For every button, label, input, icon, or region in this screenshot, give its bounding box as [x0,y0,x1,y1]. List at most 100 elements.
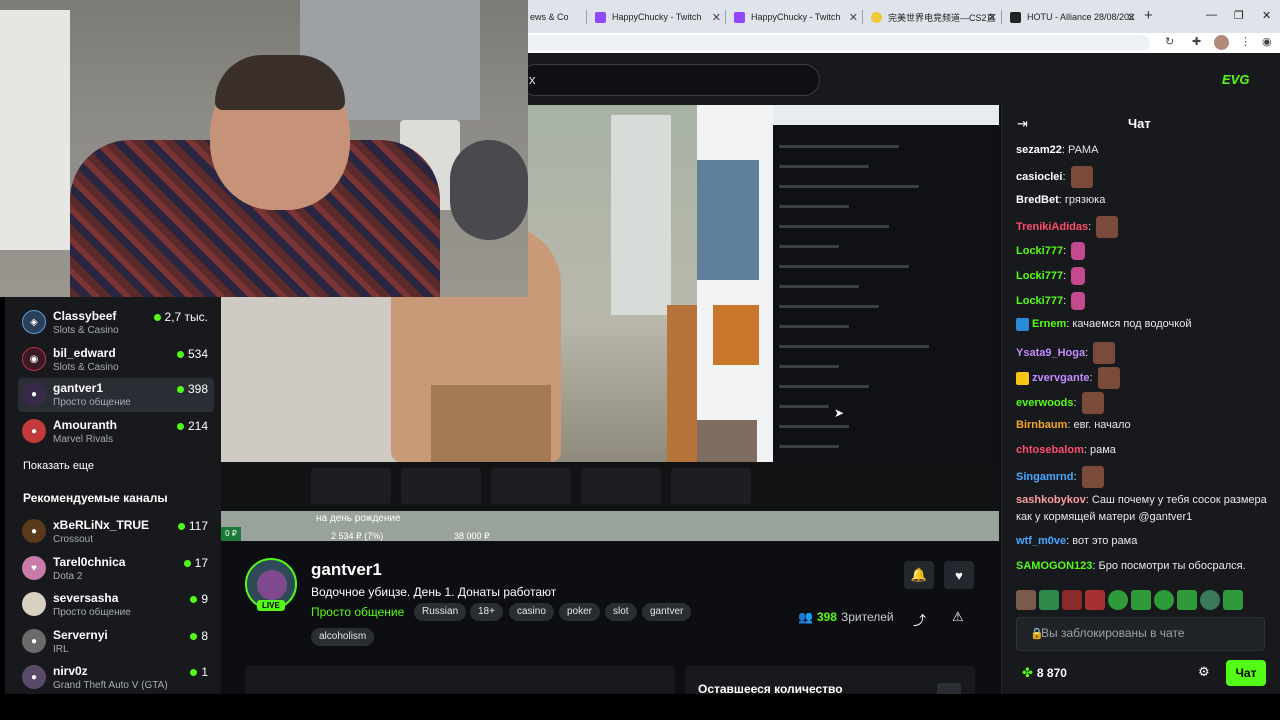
live-dot-icon [190,668,198,676]
chat-username[interactable]: casioclei [1016,171,1062,183]
extension-icon[interactable]: ✚ [1192,35,1201,48]
share-icon[interactable]: ⤴ [913,610,926,629]
sidebar-item-gantver1[interactable]: ● gantver1 Просто общение 398 [18,378,214,412]
viewer-count-value: 214 [187,419,208,433]
stream-category-link[interactable]: Просто общение [311,605,404,619]
collapse-chat-icon[interactable]: ⇥ [1017,116,1028,132]
tag-gantver[interactable]: gantver [642,603,692,621]
sidebar-item-tarel0chnica[interactable]: ♥ Tarel0chnica Dota 2 17 [18,552,214,586]
panel-toggle-button[interactable] [937,683,961,694]
report-warning-icon[interactable]: ⚠ [952,609,964,625]
emote-heart-icon [1071,267,1086,285]
chat-username[interactable]: Birnbaum [1016,419,1067,431]
emote-face-icon[interactable] [1085,590,1105,610]
show-more-link[interactable]: Показать еще [23,460,94,472]
browser-tab[interactable]: 完美世界电竞频道—CS2直 ✕ [865,6,1001,28]
browser-tab[interactable]: ews & Co [524,6,586,28]
address-bar[interactable] [520,35,1150,51]
follow-heart-button[interactable]: ♥ [944,561,974,589]
mouse-cursor-icon: ➤ [834,406,845,420]
video-chat-line [779,225,889,228]
channel-points[interactable]: ✤ 8 870 [1022,665,1067,681]
chat-message: casioclei: [1016,166,1271,188]
chat-username[interactable]: BredBet [1016,194,1059,206]
sidebar-item-nirv0z[interactable]: ● nirv0z Grand Theft Auto V (GTA) 1 [18,661,214,695]
chat-username[interactable]: Ernem [1032,318,1066,330]
chat-message: Singamrnd: [1016,466,1271,488]
sidebar-item-bil-edward[interactable]: ◉ bil_edward Slots & Casino 534 [18,343,214,377]
sidebar-item-servernyi[interactable]: ● Servernyi IRL 8 [18,625,214,659]
chat-title: Чат [1128,116,1151,131]
avatar: ◈ [22,310,46,334]
browser-tab[interactable]: HappyChucky - Twitch ✕ [589,6,725,28]
copilot-icon[interactable]: ◉ [1262,35,1272,48]
emote-frog-icon[interactable] [1131,590,1151,610]
close-icon[interactable]: ✕ [849,11,858,24]
chat-text: вот это рама [1069,535,1138,547]
chat-username[interactable]: zvervgante [1032,372,1089,384]
emote-face-icon[interactable] [1016,590,1036,610]
tag-18plus[interactable]: 18+ [470,603,503,621]
close-icon[interactable]: ✕ [988,11,997,24]
emote-frog-icon[interactable] [1108,590,1128,610]
chat-username[interactable]: TrenikiAdidas [1016,221,1088,233]
chat-username[interactable]: sezam22 [1016,144,1062,156]
chat-username[interactable]: SAMOGON123 [1016,560,1092,572]
chat-username[interactable]: Locki777 [1016,270,1063,282]
emote-bars-icon[interactable] [1039,590,1059,610]
viewer-count-value: 117 [188,519,208,533]
emote-frog-icon[interactable] [1223,590,1243,610]
minimize-icon[interactable]: — [1206,9,1217,21]
chat-input[interactable] [1041,626,1261,640]
chat-message: BredBet: грязюка [1016,194,1106,206]
browser-tab[interactable]: HOTU - Alliance 28/08/202 ✕ [1004,6,1140,28]
avatar: ● [22,382,46,406]
chat-username[interactable]: wtf_m0ve [1016,535,1066,547]
new-tab-button[interactable]: + [1144,7,1153,24]
gear-icon[interactable]: ⚙ [1198,664,1210,680]
profile-avatar[interactable] [1214,35,1229,50]
chat-username[interactable]: Locki777 [1016,295,1063,307]
bottom-bar [0,694,1280,720]
reload-icon[interactable]: ↻ [1165,35,1174,48]
tag-poker[interactable]: poker [559,603,601,621]
channel-name-heading[interactable]: gantver1 [311,560,382,580]
emote-heart-icon [1071,242,1086,260]
send-chat-button[interactable]: Чат [1226,660,1266,686]
emote-frog-icon[interactable] [1177,590,1197,610]
sidebar-item-seversasha[interactable]: seversasha Просто общение 9 [18,588,214,622]
webcam-person-hair [215,55,345,110]
sidebar-item-classybeef[interactable]: ◈ Classybeef Slots & Casino 2,7 тыс. [18,306,214,340]
chat-username[interactable]: sashkobykov [1016,494,1086,506]
live-dot-icon [153,313,161,321]
webcam-fan [450,140,528,240]
tag-casino[interactable]: casino [509,603,554,621]
close-icon[interactable]: ✕ [712,11,721,24]
emote-frog-icon[interactable] [1200,590,1220,610]
search-input[interactable]: x [520,64,820,96]
user-logo[interactable]: EVG [1222,72,1249,87]
emote-frog-icon[interactable] [1154,590,1174,610]
chat-username[interactable]: everwoods [1016,397,1073,409]
video-chat-line [779,245,839,248]
close-window-icon[interactable]: ✕ [1262,9,1271,22]
tag-slot[interactable]: slot [605,603,637,621]
sidebar-item-amouranth[interactable]: ● Amouranth Marvel Rivals 214 [18,415,214,449]
chat-text: грязюка [1061,194,1106,206]
chat-username[interactable]: Locki777 [1016,245,1063,257]
sidebar-item-xberlinx[interactable]: ● xBeRLiNx_TRUE Crossout 117 [18,515,214,549]
maximize-icon[interactable]: ❐ [1234,9,1244,22]
notification-bell-button[interactable]: 🔔 [904,561,934,589]
close-icon[interactable]: ✕ [1127,11,1136,24]
chat-username[interactable]: Ysata9_Hoga [1016,347,1085,359]
tag-russian[interactable]: Russian [414,603,467,621]
video-embedded-browser [697,105,773,462]
tag-alcoholism[interactable]: alcoholism [311,628,375,646]
menu-icon[interactable]: ⋮ [1240,35,1251,48]
emote-face-icon[interactable] [1062,590,1082,610]
chat-username[interactable]: Singamrnd [1016,471,1073,483]
chat-username[interactable]: chtosebalom [1016,444,1084,456]
stream-title: Водочное убицзе. День 1. Донаты работают [311,585,557,599]
browser-tab[interactable]: HappyChucky - Twitch ✕ [728,6,862,28]
chat-text: Бро посмотри ты обосрался. [1095,560,1246,572]
